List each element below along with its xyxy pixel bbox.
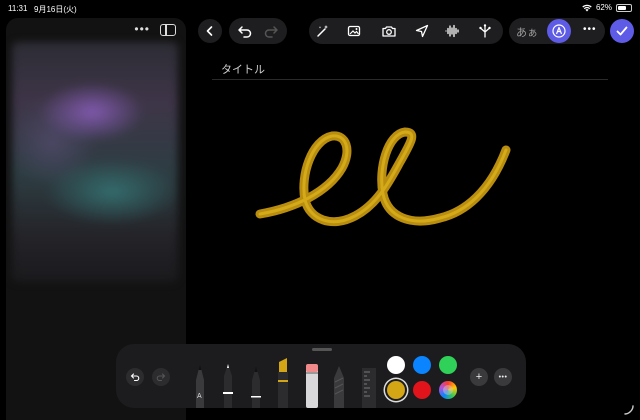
camera-icon[interactable] (381, 23, 397, 39)
share-tree-icon[interactable] (477, 23, 493, 39)
note-title-field[interactable]: タイトル (221, 61, 265, 77)
done-checkmark-icon (616, 26, 628, 36)
crayon-tool[interactable] (334, 366, 344, 408)
status-time: 11:31 (8, 4, 28, 13)
color-picker-wheel[interactable] (439, 381, 457, 399)
audio-waveform-icon[interactable] (444, 23, 460, 39)
battery-icon (616, 3, 632, 12)
palette-more-button[interactable]: ••• (494, 368, 512, 386)
pen-tool[interactable] (251, 366, 261, 408)
color-swatch-blue[interactable] (413, 356, 431, 374)
undo-icon[interactable] (237, 23, 253, 39)
ruler-tool[interactable] (362, 368, 376, 408)
resize-corner-icon[interactable] (623, 404, 635, 416)
sidebar-more-button[interactable]: ••• (134, 22, 150, 36)
photo-icon[interactable] (346, 23, 362, 39)
color-swatch-yellow-selected[interactable] (387, 381, 405, 399)
add-tool-button[interactable]: + (470, 368, 488, 386)
pencil-circle-icon (552, 24, 566, 38)
redo-icon[interactable] (263, 23, 279, 39)
color-swatch-white[interactable] (387, 356, 405, 374)
sidebar-header: ••• (6, 18, 186, 40)
palette-grabber[interactable] (312, 348, 332, 351)
sidebar-toggle-icon[interactable] (160, 24, 176, 36)
color-wheel-center (443, 385, 453, 395)
svg-text:A: A (197, 393, 202, 400)
back-icon (206, 26, 213, 36)
undo-redo-group (229, 18, 287, 44)
drawing-tools: A (196, 358, 376, 408)
back-button[interactable] (198, 19, 222, 43)
title-divider (212, 79, 608, 80)
wifi-icon (582, 4, 592, 11)
status-right: 62% (582, 3, 632, 12)
insert-tools-group (309, 18, 503, 44)
color-swatch-red[interactable] (413, 381, 431, 399)
ink-stroke (255, 127, 511, 227)
status-date: 9月16日(火) (34, 5, 77, 14)
blurred-preview (12, 42, 178, 282)
eraser-tool[interactable] (306, 364, 318, 408)
pencil-a-tool[interactable]: A (196, 364, 204, 408)
fineliner-tool[interactable] (223, 364, 233, 408)
drawing-canvas[interactable] (250, 120, 530, 250)
magic-wand-icon[interactable] (315, 23, 331, 39)
pencil-mode-button[interactable] (547, 19, 571, 43)
text-style-button[interactable]: あぁ (516, 24, 538, 40)
palette-undo-button[interactable] (126, 368, 144, 386)
done-button[interactable] (610, 19, 634, 43)
palette-redo-icon (156, 373, 166, 382)
text-pencil-group: あぁ ••• (509, 18, 605, 44)
palette-redo-button[interactable] (152, 368, 170, 386)
status-bar: 11:31 9月16日(火) 62% (0, 0, 640, 16)
marker-tool[interactable] (278, 358, 288, 408)
tool-palette: A + ••• (116, 344, 526, 408)
palette-undo-icon (130, 373, 140, 382)
battery-percent: 62% (595, 3, 612, 12)
toolbar-more-button[interactable]: ••• (583, 24, 597, 35)
location-icon[interactable] (414, 23, 430, 39)
color-swatch-green[interactable] (439, 356, 457, 374)
